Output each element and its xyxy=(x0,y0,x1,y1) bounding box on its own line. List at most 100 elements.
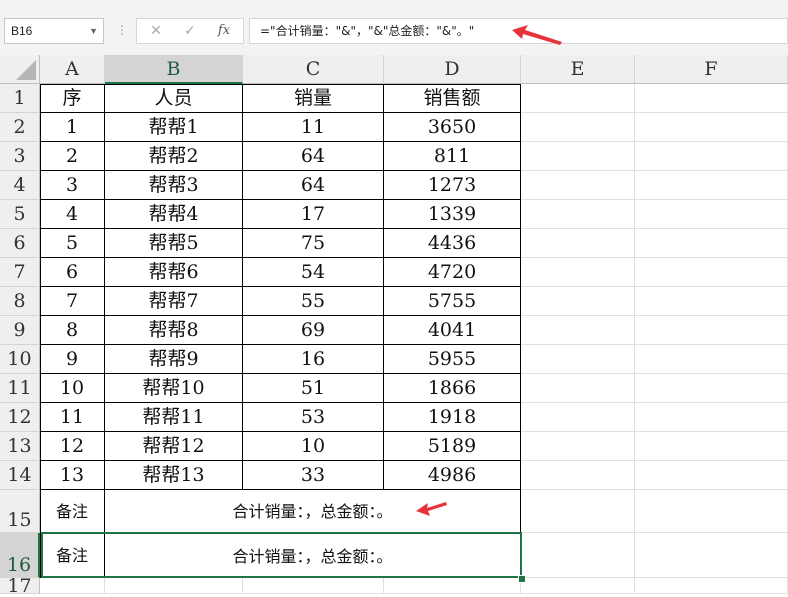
empty-cell[interactable] xyxy=(521,432,635,461)
row-header-4[interactable]: 4 xyxy=(0,171,40,200)
empty-cell[interactable] xyxy=(521,490,635,533)
table-cell[interactable]: 帮帮8 xyxy=(105,316,243,345)
row-header-12[interactable]: 12 xyxy=(0,403,40,432)
empty-cell[interactable] xyxy=(635,287,788,316)
row-header-3[interactable]: 3 xyxy=(0,142,40,171)
table-cell[interactable]: 4986 xyxy=(384,461,521,490)
empty-cell[interactable] xyxy=(521,84,635,113)
note-label-cell[interactable]: 备注 xyxy=(40,490,105,533)
table-cell[interactable]: 4436 xyxy=(384,229,521,258)
empty-cell[interactable] xyxy=(635,345,788,374)
table-cell[interactable]: 1918 xyxy=(384,403,521,432)
empty-cell[interactable] xyxy=(521,403,635,432)
column-header-c[interactable]: C xyxy=(243,55,384,84)
table-cell[interactable]: 7 xyxy=(40,287,105,316)
table-cell[interactable]: 2 xyxy=(40,142,105,171)
name-box[interactable]: B16 ▼ xyxy=(4,18,104,44)
table-cell[interactable]: 16 xyxy=(243,345,384,374)
table-cell[interactable]: 4041 xyxy=(384,316,521,345)
table-cell[interactable]: 帮帮11 xyxy=(105,403,243,432)
table-cell[interactable]: 1866 xyxy=(384,374,521,403)
table-cell[interactable]: 帮帮2 xyxy=(105,142,243,171)
empty-cell[interactable] xyxy=(635,533,788,578)
empty-cell[interactable] xyxy=(635,316,788,345)
cancel-icon[interactable]: ✕ xyxy=(141,19,171,43)
empty-cell[interactable] xyxy=(635,84,788,113)
table-cell[interactable]: 811 xyxy=(384,142,521,171)
row-header-7[interactable]: 7 xyxy=(0,258,40,287)
table-cell[interactable]: 帮帮5 xyxy=(105,229,243,258)
row-header-15[interactable]: 15 xyxy=(0,490,40,533)
empty-cell[interactable] xyxy=(635,142,788,171)
table-cell[interactable]: 64 xyxy=(243,142,384,171)
table-cell[interactable]: 6 xyxy=(40,258,105,287)
table-cell[interactable]: 帮帮13 xyxy=(105,461,243,490)
empty-cell[interactable] xyxy=(635,490,788,533)
empty-cell[interactable] xyxy=(243,578,384,594)
empty-cell[interactable] xyxy=(521,142,635,171)
table-cell[interactable]: 帮帮1 xyxy=(105,113,243,142)
column-header-e[interactable]: E xyxy=(521,55,635,84)
table-cell[interactable]: 12 xyxy=(40,432,105,461)
empty-cell[interactable] xyxy=(521,578,635,594)
table-cell[interactable]: 75 xyxy=(243,229,384,258)
table-cell[interactable]: 69 xyxy=(243,316,384,345)
table-cell[interactable]: 帮帮12 xyxy=(105,432,243,461)
table-cell[interactable]: 帮帮9 xyxy=(105,345,243,374)
column-header-a[interactable]: A xyxy=(40,55,105,84)
note-label-cell[interactable]: 备注 xyxy=(40,533,105,578)
table-cell[interactable]: 3 xyxy=(40,171,105,200)
row-header-16[interactable]: 16 xyxy=(0,533,40,578)
fill-handle[interactable] xyxy=(518,575,526,583)
empty-cell[interactable] xyxy=(635,461,788,490)
table-cell[interactable]: 3650 xyxy=(384,113,521,142)
empty-cell[interactable] xyxy=(521,200,635,229)
empty-cell[interactable] xyxy=(635,200,788,229)
empty-cell[interactable] xyxy=(521,533,635,578)
table-header-cell[interactable]: 人员 xyxy=(105,84,243,113)
row-header-2[interactable]: 2 xyxy=(0,113,40,142)
empty-cell[interactable] xyxy=(521,461,635,490)
table-cell[interactable]: 1273 xyxy=(384,171,521,200)
table-cell[interactable]: 8 xyxy=(40,316,105,345)
empty-cell[interactable] xyxy=(521,374,635,403)
table-cell[interactable]: 1339 xyxy=(384,200,521,229)
row-header-9[interactable]: 9 xyxy=(0,316,40,345)
table-cell[interactable]: 帮帮10 xyxy=(105,374,243,403)
table-cell[interactable]: 64 xyxy=(243,171,384,200)
table-header-cell[interactable]: 序 xyxy=(40,84,105,113)
table-cell[interactable]: 17 xyxy=(243,200,384,229)
empty-cell[interactable] xyxy=(521,171,635,200)
empty-cell[interactable] xyxy=(384,578,521,594)
note-merged-cell[interactable]: 合计销量：，总金额：。 xyxy=(105,533,521,578)
table-cell[interactable]: 54 xyxy=(243,258,384,287)
empty-cell[interactable] xyxy=(521,345,635,374)
row-header-5[interactable]: 5 xyxy=(0,200,40,229)
row-header-10[interactable]: 10 xyxy=(0,345,40,374)
table-cell[interactable]: 4720 xyxy=(384,258,521,287)
table-cell[interactable]: 11 xyxy=(40,403,105,432)
row-header-1[interactable]: 1 xyxy=(0,84,40,113)
check-icon[interactable]: ✓ xyxy=(175,19,205,43)
empty-cell[interactable] xyxy=(635,171,788,200)
empty-cell[interactable] xyxy=(521,287,635,316)
table-cell[interactable]: 帮帮7 xyxy=(105,287,243,316)
empty-cell[interactable] xyxy=(635,403,788,432)
empty-cell[interactable] xyxy=(635,432,788,461)
insert-function-icon[interactable]: fx xyxy=(209,19,239,43)
table-cell[interactable]: 9 xyxy=(40,345,105,374)
table-cell[interactable]: 55 xyxy=(243,287,384,316)
empty-cell[interactable] xyxy=(521,229,635,258)
chevron-down-icon[interactable]: ▼ xyxy=(89,19,98,43)
table-cell[interactable]: 51 xyxy=(243,374,384,403)
table-cell[interactable]: 帮帮6 xyxy=(105,258,243,287)
table-cell[interactable]: 10 xyxy=(243,432,384,461)
table-cell[interactable]: 33 xyxy=(243,461,384,490)
select-all-corner[interactable] xyxy=(0,55,40,84)
table-cell[interactable]: 10 xyxy=(40,374,105,403)
table-cell[interactable]: 13 xyxy=(40,461,105,490)
empty-cell[interactable] xyxy=(635,578,788,594)
empty-cell[interactable] xyxy=(521,316,635,345)
row-header-17[interactable]: 17 xyxy=(0,577,40,596)
table-cell[interactable]: 5955 xyxy=(384,345,521,374)
